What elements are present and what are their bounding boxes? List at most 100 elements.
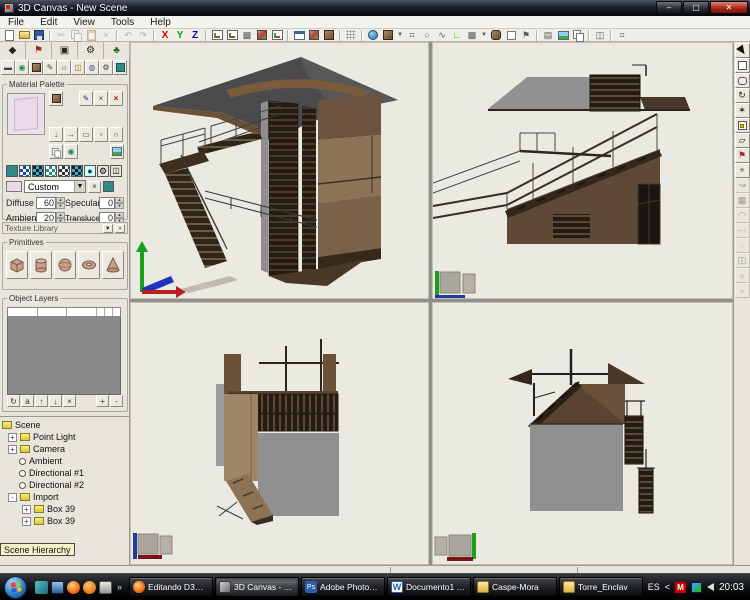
quicklaunch-chat-icon[interactable] [83, 581, 96, 594]
taskbar-button-torre-enclav[interactable]: Torre_Enclav [559, 577, 643, 597]
quicklaunch-overflow[interactable]: » [117, 582, 122, 592]
quicklaunch-monitor-icon[interactable] [51, 581, 64, 594]
material-delete-icon[interactable]: × [109, 91, 123, 106]
swatch-tools-icon[interactable]: ⚙ [97, 165, 109, 177]
layer-remove-icon[interactable]: - [110, 395, 123, 407]
taskbar-button-caspe-mora[interactable]: Caspe-Mora [473, 577, 557, 597]
ring-tool-icon[interactable]: ○ [735, 268, 750, 283]
object-layers-list[interactable] [7, 317, 121, 395]
taskbar-button-3dcanvas[interactable]: 3D Canvas - New S... [215, 577, 299, 597]
object-icon[interactable] [504, 29, 518, 41]
tree-item-import[interactable]: - Import [2, 491, 129, 503]
current-material-swatch[interactable] [6, 181, 22, 192]
dots-tool-icon[interactable]: ⋯ [735, 223, 750, 238]
expand-icon[interactable]: + [22, 517, 31, 526]
material-box-icon[interactable] [381, 29, 395, 41]
magic-wand-icon[interactable]: ✶ [735, 103, 750, 118]
cube-small-icon[interactable] [322, 29, 336, 41]
swatch-checker-2[interactable] [32, 165, 44, 177]
layer-delete-icon[interactable]: × [63, 395, 76, 407]
light-bulb-icon[interactable]: ○ [420, 29, 434, 41]
primitive-cone-button[interactable] [102, 251, 124, 279]
expand-icon[interactable]: + [22, 505, 31, 514]
rect-select-icon[interactable] [735, 58, 750, 73]
grid-tool-icon[interactable]: ▦ [735, 193, 750, 208]
paste-icon[interactable] [84, 29, 98, 41]
swatch-solid[interactable] [6, 165, 18, 177]
menu-view[interactable]: View [65, 17, 103, 28]
extra-tool-icon[interactable]: ▫ [735, 283, 750, 298]
curve-tool-icon[interactable]: ↝ [735, 178, 750, 193]
layer-attach-icon[interactable]: a [21, 395, 34, 407]
mode-light-icon[interactable]: ☼ [57, 60, 71, 75]
close-button[interactable]: ✕ [710, 1, 748, 14]
material-preview[interactable] [7, 93, 45, 135]
dropdown-arrow-icon[interactable]: ▼ [74, 181, 85, 192]
axes-icon[interactable]: ∟ [450, 29, 464, 41]
landscape-icon[interactable] [556, 29, 570, 41]
monitor-icon[interactable]: ◫ [593, 29, 607, 41]
spline-icon[interactable]: ∿ [435, 29, 449, 41]
diffuse-value[interactable]: 60 [36, 197, 56, 209]
paint-eraser-icon[interactable]: ▱ [735, 133, 750, 148]
expand-icon[interactable]: + [8, 433, 17, 442]
material-dropper-icon[interactable]: ✎ [79, 91, 93, 106]
tab-objects-icon[interactable]: ▣ [52, 42, 78, 59]
quicklaunch-firefox-icon[interactable] [67, 581, 80, 594]
texture-library-bar[interactable]: Texture Library ▼ ▪ [2, 222, 128, 234]
select-cursor-icon[interactable] [735, 43, 750, 58]
texture-cube-icon[interactable] [307, 29, 321, 41]
menu-edit[interactable]: Edit [32, 17, 65, 28]
y-axis-button[interactable]: Y [173, 29, 187, 41]
scene-hierarchy-tab[interactable]: Scene Hierarchy [0, 543, 75, 556]
point-edit-icon[interactable] [735, 118, 750, 133]
view-perspective-icon[interactable] [210, 29, 224, 41]
plant-axis-icon[interactable]: ⌖ [735, 163, 750, 178]
primitive-sphere-button[interactable] [54, 251, 76, 279]
material-name-dropdown[interactable]: Custom ▼ [24, 180, 86, 193]
language-indicator[interactable]: ES [648, 582, 660, 592]
face-rect-icon[interactable]: ▭ [79, 127, 93, 142]
swatch-checker-4[interactable] [58, 165, 70, 177]
taskbar-button-photoshop[interactable]: Ps Adobe Photoshop [301, 577, 385, 597]
ghost-tool-icon[interactable]: ◌ [735, 238, 750, 253]
object-layers-header[interactable] [7, 307, 121, 317]
swatch-checker-3[interactable] [45, 165, 57, 177]
flag-tool-icon[interactable]: ⚑ [735, 148, 750, 163]
mirror-tool-icon[interactable]: ◫ [735, 253, 750, 268]
collapse-icon[interactable]: - [8, 493, 17, 502]
mode-globe-icon[interactable]: ◉ [15, 60, 29, 75]
tree-item-box39-1[interactable]: + Box 39 [2, 503, 129, 515]
snap-grid-icon[interactable] [344, 29, 358, 41]
material-dropdown-icon[interactable]: ▼ [396, 29, 404, 41]
view-cube-icon[interactable] [255, 29, 269, 41]
mode-sphere-icon[interactable]: ◍ [85, 60, 99, 75]
volume-icon[interactable] [707, 583, 714, 591]
viewport-front[interactable] [130, 302, 429, 565]
taskbar-button-editando[interactable]: Editando D3D:Con... [129, 577, 213, 597]
apply-right-icon[interactable]: → [64, 127, 78, 142]
primitive-cube-button[interactable] [6, 251, 28, 279]
delete-icon[interactable]: × [99, 29, 113, 41]
vehicle-icon[interactable] [489, 29, 503, 41]
menu-help[interactable]: Help [142, 17, 179, 28]
view-pattern-icon[interactable]: ▩ [240, 29, 254, 41]
tab-tools-icon[interactable]: ⚙ [78, 42, 104, 59]
redo-icon[interactable]: ↷ [136, 29, 150, 41]
tree-item-box39-2[interactable]: + Box 39 [2, 515, 129, 527]
layer-up-icon[interactable]: ↑ [35, 395, 48, 407]
viewport-rear[interactable] [432, 302, 733, 565]
tree-root[interactable]: Scene [2, 419, 129, 431]
tray-chevron[interactable]: < [665, 582, 670, 592]
render-camera-icon[interactable]: ⌗ [615, 29, 629, 41]
window-restore-icon[interactable] [292, 29, 306, 41]
tree-item-point-light[interactable]: + Point Light [2, 431, 129, 443]
tree-item-ambient[interactable]: Ambient [2, 455, 129, 467]
quicklaunch-desktop-icon[interactable] [35, 581, 48, 594]
apply-down-icon[interactable]: ↓ [49, 127, 63, 142]
x-axis-button[interactable]: X [158, 29, 172, 41]
network-icon[interactable] [691, 582, 702, 593]
taskbar-button-documento[interactable]: W Documento1 - Mic... [387, 577, 471, 597]
new-icon[interactable] [2, 29, 16, 41]
viewport-side[interactable] [432, 42, 733, 299]
